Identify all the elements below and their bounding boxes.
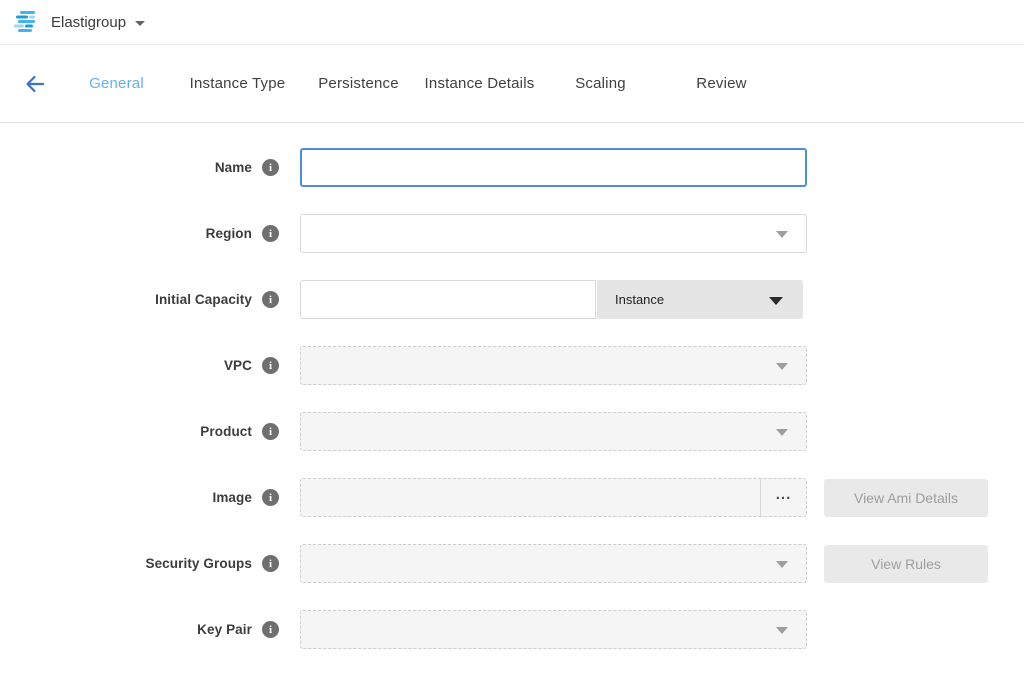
product-select bbox=[300, 412, 807, 451]
region-label: Region bbox=[206, 226, 252, 241]
capacity-unit-select[interactable]: Instance bbox=[597, 280, 803, 319]
security-groups-label: Security Groups bbox=[145, 556, 252, 571]
tab-general[interactable]: General bbox=[56, 69, 177, 98]
back-button[interactable] bbox=[22, 71, 48, 97]
dropdown-caret-icon bbox=[776, 429, 788, 436]
initial-capacity-row: Initial Capacity i Instance bbox=[0, 280, 1024, 319]
security-groups-select bbox=[300, 544, 807, 583]
image-row: Image i ... View Ami Details bbox=[0, 478, 1024, 517]
dropdown-caret-icon bbox=[776, 627, 788, 634]
top-bar: Elastigroup bbox=[0, 0, 1024, 45]
view-ami-details-button[interactable]: View Ami Details bbox=[824, 479, 988, 517]
dropdown-caret-icon bbox=[776, 363, 788, 370]
elastigroup-logo-icon[interactable] bbox=[14, 10, 40, 34]
general-settings-form: Name i Region i Initial Capacity i Insta… bbox=[0, 123, 1024, 649]
info-icon[interactable]: i bbox=[262, 291, 279, 308]
image-label: Image bbox=[212, 490, 252, 505]
tab-scaling[interactable]: Scaling bbox=[540, 69, 661, 98]
product-label: Product bbox=[200, 424, 252, 439]
key-pair-label: Key Pair bbox=[197, 622, 252, 637]
app-switcher-caret-icon[interactable] bbox=[135, 21, 145, 26]
info-icon[interactable]: i bbox=[262, 555, 279, 572]
region-select[interactable] bbox=[300, 214, 807, 253]
tab-review[interactable]: Review bbox=[661, 69, 782, 98]
dropdown-caret-icon bbox=[769, 297, 783, 305]
info-icon[interactable]: i bbox=[262, 423, 279, 440]
tab-instance-details[interactable]: Instance Details bbox=[419, 69, 540, 98]
initial-capacity-label: Initial Capacity bbox=[155, 292, 252, 307]
image-input: ... bbox=[300, 478, 807, 517]
name-label: Name bbox=[215, 160, 252, 175]
key-pair-row: Key Pair i bbox=[0, 610, 1024, 649]
dropdown-caret-icon bbox=[776, 561, 788, 568]
name-input[interactable] bbox=[300, 148, 807, 187]
name-row: Name i bbox=[0, 148, 1024, 187]
info-icon[interactable]: i bbox=[262, 489, 279, 506]
info-icon[interactable]: i bbox=[262, 621, 279, 638]
wizard-tabs: General Instance Type Persistence Instan… bbox=[56, 69, 782, 98]
tab-instance-type[interactable]: Instance Type bbox=[177, 69, 298, 98]
app-name[interactable]: Elastigroup bbox=[51, 14, 126, 31]
region-row: Region i bbox=[0, 214, 1024, 253]
image-value bbox=[301, 479, 760, 516]
key-pair-select bbox=[300, 610, 807, 649]
vpc-select bbox=[300, 346, 807, 385]
info-icon[interactable]: i bbox=[262, 159, 279, 176]
view-rules-button[interactable]: View Rules bbox=[824, 545, 988, 583]
product-row: Product i bbox=[0, 412, 1024, 451]
initial-capacity-input[interactable] bbox=[300, 280, 596, 319]
browse-image-button[interactable]: ... bbox=[760, 479, 806, 516]
vpc-label: VPC bbox=[224, 358, 252, 373]
security-groups-row: Security Groups i View Rules bbox=[0, 544, 1024, 583]
back-arrow-icon bbox=[23, 72, 47, 96]
ellipsis-icon: ... bbox=[776, 490, 792, 500]
wizard-tab-bar: General Instance Type Persistence Instan… bbox=[0, 45, 1024, 123]
capacity-unit-value: Instance bbox=[615, 292, 664, 307]
info-icon[interactable]: i bbox=[262, 357, 279, 374]
dropdown-caret-icon bbox=[776, 231, 788, 238]
vpc-row: VPC i bbox=[0, 346, 1024, 385]
info-icon[interactable]: i bbox=[262, 225, 279, 242]
tab-persistence[interactable]: Persistence bbox=[298, 69, 419, 98]
